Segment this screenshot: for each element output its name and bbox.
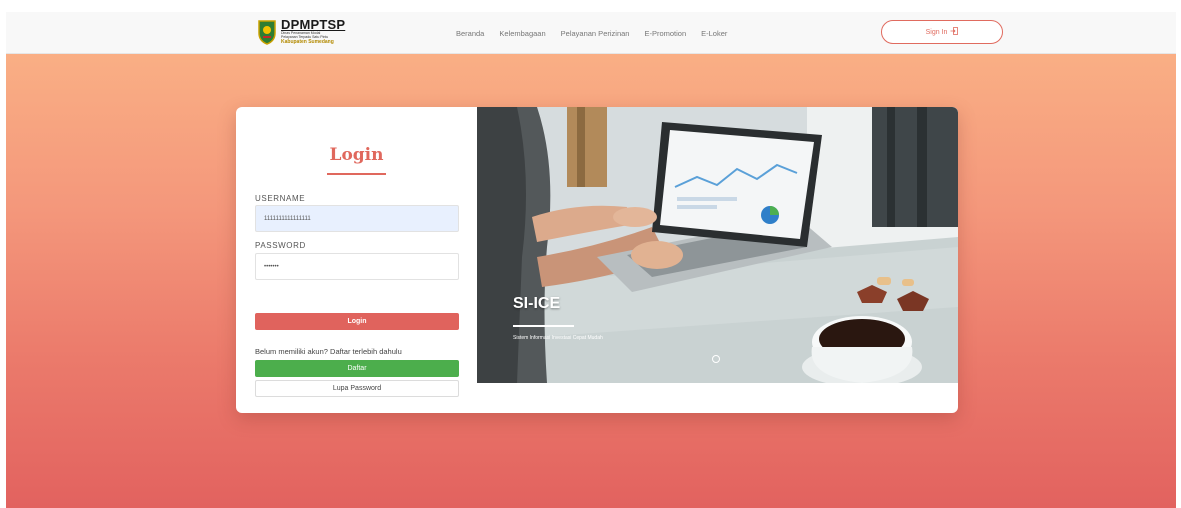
slide-title: SI-ICE xyxy=(513,295,561,312)
hero-image-slider[interactable]: SI-ICE Sistem Informasi Investasi Cepat … xyxy=(477,107,958,383)
login-form: Login USERNAME 1111111111111111 PASSWORD… xyxy=(236,107,477,413)
login-button[interactable]: Login xyxy=(255,313,459,330)
nav-links: Beranda Kelembagaan Pelayanan Perizinan … xyxy=(456,12,742,54)
sign-in-icon xyxy=(950,27,959,37)
login-title: Login xyxy=(329,145,384,165)
nav-link-pelayanan-perizinan[interactable]: Pelayanan Perizinan xyxy=(561,29,630,38)
password-label: PASSWORD xyxy=(255,241,306,250)
login-title-underline xyxy=(327,173,386,175)
carousel-indicator[interactable] xyxy=(712,355,720,363)
nav-link-e-promotion[interactable]: E-Promotion xyxy=(644,29,686,38)
password-input[interactable]: ••••••• xyxy=(255,253,459,280)
sign-in-button[interactable]: Sign In xyxy=(881,20,1003,44)
logo-title: DPMPTSP xyxy=(281,17,346,32)
nav-link-e-loker[interactable]: E-Loker xyxy=(701,29,727,38)
nav-link-beranda[interactable]: Beranda xyxy=(456,29,484,38)
username-label: USERNAME xyxy=(255,194,306,203)
slide-title-underline xyxy=(513,325,574,327)
hero-photo xyxy=(477,107,958,383)
slide-caption: Sistem Informasi Investasi Cepat Mudah xyxy=(513,335,603,341)
sign-in-label: Sign In xyxy=(925,28,948,36)
nav-link-kelembagaan[interactable]: Kelembagaan xyxy=(499,29,545,38)
register-prompt: Belum memiliki akun? Daftar terlebih dah… xyxy=(255,347,402,356)
navbar: DPMPTSP Dinas Penanaman Modal Pelayanan … xyxy=(6,12,1176,54)
login-card: Login USERNAME 1111111111111111 PASSWORD… xyxy=(236,107,958,413)
regency-emblem-icon xyxy=(257,19,277,45)
username-input[interactable]: 1111111111111111 xyxy=(255,205,459,232)
logo[interactable]: DPMPTSP Dinas Penanaman Modal Pelayanan … xyxy=(257,18,345,46)
register-button[interactable]: Daftar xyxy=(255,360,459,377)
page-background: DPMPTSP Dinas Penanaman Modal Pelayanan … xyxy=(6,12,1176,508)
logo-region: Kabupaten Sumedang xyxy=(281,39,334,45)
forgot-password-button[interactable]: Lupa Password xyxy=(255,380,459,397)
